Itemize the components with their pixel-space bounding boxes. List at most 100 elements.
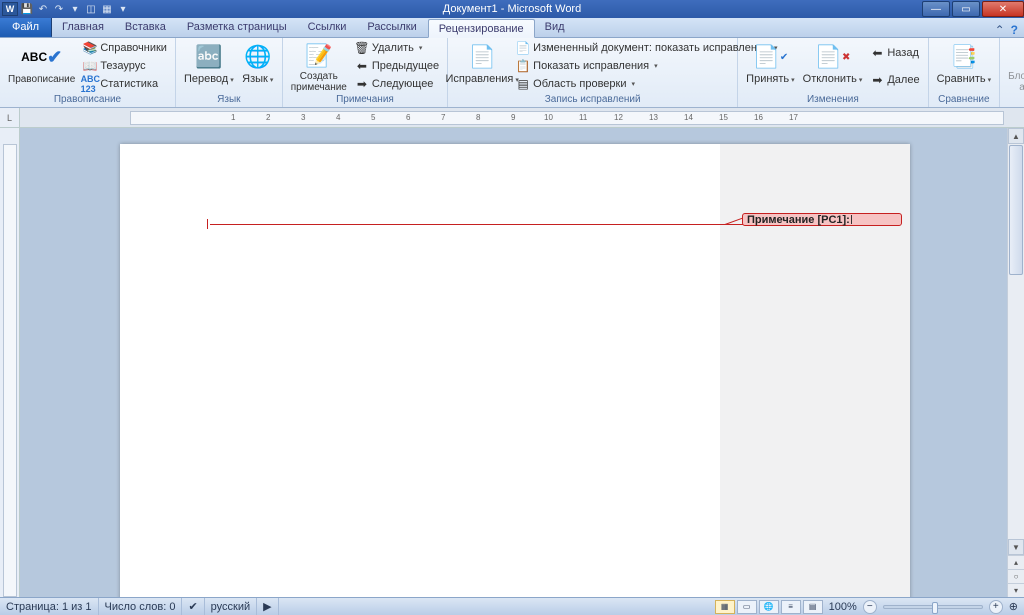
word-icon[interactable]: W [2, 2, 18, 16]
minimize-button[interactable]: — [922, 1, 950, 17]
page[interactable]: Примечание [PC1]: [120, 144, 910, 597]
browse-prev-icon[interactable]: ▴ [1008, 555, 1024, 569]
next-comment-button[interactable]: ➡Следующее [353, 76, 441, 93]
prev-comment-button[interactable]: ⬅Предыдущее [353, 58, 441, 75]
window-controls: — ▭ ✕ [922, 1, 1024, 17]
tab-mailings[interactable]: Рассылки [357, 18, 427, 37]
tab-page-layout[interactable]: Разметка страницы [177, 18, 298, 37]
qat-dropdown-icon[interactable]: ▾ [116, 2, 130, 16]
quick-access-toolbar: W 💾 ↶ ↷ ▾ ◫ ▦ ▾ [0, 2, 130, 16]
translate-icon: 🔤 [193, 41, 225, 73]
next-change-button[interactable]: ➡Далее [868, 71, 921, 88]
group-label: Примечания [287, 93, 443, 107]
group-changes: 📄✔ Принять▾ 📄✖ Отклонить▾ ⬅Назад ➡Далее … [738, 38, 928, 107]
delete-comment-button[interactable]: 🗑Удалить▾ [353, 40, 441, 57]
prev-icon: ⬅ [355, 59, 369, 73]
vertical-scrollbar[interactable]: ▲ ▼ ▴ ○ ▾ [1007, 128, 1024, 597]
globe-icon: 🌐 [242, 41, 274, 73]
group-label: Правописание [4, 93, 171, 107]
browse-next-icon[interactable]: ▾ [1008, 583, 1024, 597]
group-comments: 📝 Создать примечание 🗑Удалить▾ ⬅Предыдущ… [283, 38, 448, 107]
scroll-up-icon[interactable]: ▲ [1008, 128, 1024, 144]
vertical-ruler[interactable] [0, 128, 20, 597]
group-label: Сравнение [933, 93, 996, 107]
proofing-icon: ✔ [188, 600, 197, 613]
view-outline[interactable]: ≡ [781, 600, 801, 614]
redo-icon[interactable]: ↷ [52, 2, 66, 16]
block-authors-button[interactable]: 👥 Блокировать авторов [1004, 39, 1024, 93]
tab-references[interactable]: Ссылки [298, 18, 358, 37]
ruler-corner[interactable]: L [0, 108, 20, 127]
zoom-slider-knob[interactable] [932, 602, 938, 614]
horizontal-ruler[interactable]: 12 34 56 78 910 1112 1314 1516 17 [20, 108, 1024, 127]
browse-object-icon[interactable]: ○ [1008, 569, 1024, 583]
undo-icon[interactable]: ↶ [36, 2, 50, 16]
translate-button[interactable]: 🔤 Перевод▾ [180, 39, 238, 93]
help-icon[interactable]: ? [1011, 23, 1018, 37]
status-language[interactable]: русский [205, 598, 257, 615]
zoom-slider[interactable] [883, 605, 983, 609]
tab-review[interactable]: Рецензирование [428, 19, 535, 38]
book-icon: 📚 [83, 41, 97, 55]
status-bar: Страница: 1 из 1 Число слов: 0 ✔ русский… [0, 597, 1024, 615]
window-title: Документ1 - Microsoft Word [0, 3, 1024, 15]
research-button[interactable]: 📚Справочники [81, 40, 169, 57]
language-button[interactable]: 🌐 Язык▾ [238, 39, 278, 93]
zoom-out-button[interactable]: − [863, 600, 877, 614]
status-wordcount[interactable]: Число слов: 0 [99, 598, 183, 615]
group-protect: 👥 Блокировать авторов 🔒 Ограничить редак… [1000, 38, 1024, 107]
new-comment-button[interactable]: 📝 Создать примечание [287, 39, 351, 93]
minimize-ribbon-icon[interactable]: ⌃ [995, 23, 1005, 37]
qat-extra-icon[interactable]: ◫ [84, 2, 98, 16]
status-proofing[interactable]: ✔ [182, 598, 204, 615]
zoom-fit-icon[interactable]: ⊕ [1003, 600, 1024, 613]
comment-margin [720, 144, 910, 597]
wordcount-button[interactable]: ABC123Статистика [81, 76, 169, 93]
comment-connector [210, 224, 745, 225]
macro-icon: ▶ [263, 600, 271, 613]
spelling-button[interactable]: ABC✔ Правописание [4, 39, 79, 93]
group-language: 🔤 Перевод▾ 🌐 Язык▾ Язык [176, 38, 283, 107]
horizontal-ruler-bar: L 12 34 56 78 910 1112 1314 1516 17 [0, 108, 1024, 128]
scroll-thumb[interactable] [1009, 145, 1023, 275]
page-scroll-area[interactable]: Примечание [PC1]: [20, 128, 1007, 597]
ribbon-right-controls: ⌃ ? [995, 23, 1024, 37]
status-macro[interactable]: ▶ [257, 598, 278, 615]
view-web-layout[interactable]: 🌐 [759, 600, 779, 614]
group-label: Язык [180, 93, 278, 107]
delete-icon: 🗑 [355, 41, 369, 55]
accept-icon: 📄✔ [754, 41, 786, 73]
tab-insert[interactable]: Вставка [115, 18, 177, 37]
spellcheck-icon: ABC✔ [26, 41, 58, 73]
group-proofing: ABC✔ Правописание 📚Справочники 📖Тезаурус… [0, 38, 176, 107]
accept-button[interactable]: 📄✔ Принять▾ [742, 39, 798, 93]
qat-extra2-icon[interactable]: ▦ [100, 2, 114, 16]
scroll-down-icon[interactable]: ▼ [1008, 539, 1024, 555]
thesaurus-button[interactable]: 📖Тезаурус [81, 58, 169, 75]
zoom-in-button[interactable]: + [989, 600, 1003, 614]
maximize-button[interactable]: ▭ [952, 1, 980, 17]
prev-change-button[interactable]: ⬅Назад [868, 44, 921, 61]
zoom-percent[interactable]: 100% [823, 601, 863, 613]
close-button[interactable]: ✕ [982, 1, 1024, 17]
track-icon: 📄 [466, 41, 498, 73]
save-icon[interactable]: 💾 [20, 2, 34, 16]
tab-home[interactable]: Главная [52, 18, 115, 37]
compare-icon: 📑 [948, 41, 980, 73]
doc-icon: 📄 [516, 41, 530, 55]
file-tab[interactable]: Файл [0, 18, 52, 37]
qat-more-icon[interactable]: ▾ [68, 2, 82, 16]
compare-button[interactable]: 📑 Сравнить▾ [933, 39, 996, 93]
comment-balloon[interactable]: Примечание [PC1]: [742, 213, 902, 226]
document-area: Примечание [PC1]: ▲ ▼ ▴ ○ ▾ [0, 128, 1024, 597]
view-draft[interactable]: ▤ [803, 600, 823, 614]
tab-view[interactable]: Вид [535, 18, 576, 37]
view-full-screen[interactable]: ▭ [737, 600, 757, 614]
markup-icon: 📋 [516, 59, 530, 73]
track-changes-button[interactable]: 📄 Исправления▾ [452, 39, 512, 93]
view-print-layout[interactable]: ▦ [715, 600, 735, 614]
status-page[interactable]: Страница: 1 из 1 [0, 598, 99, 615]
reject-button[interactable]: 📄✖ Отклонить▾ [799, 39, 867, 93]
reject-icon: 📄✖ [817, 41, 849, 73]
comment-text: Примечание [PC1]: [747, 214, 850, 226]
